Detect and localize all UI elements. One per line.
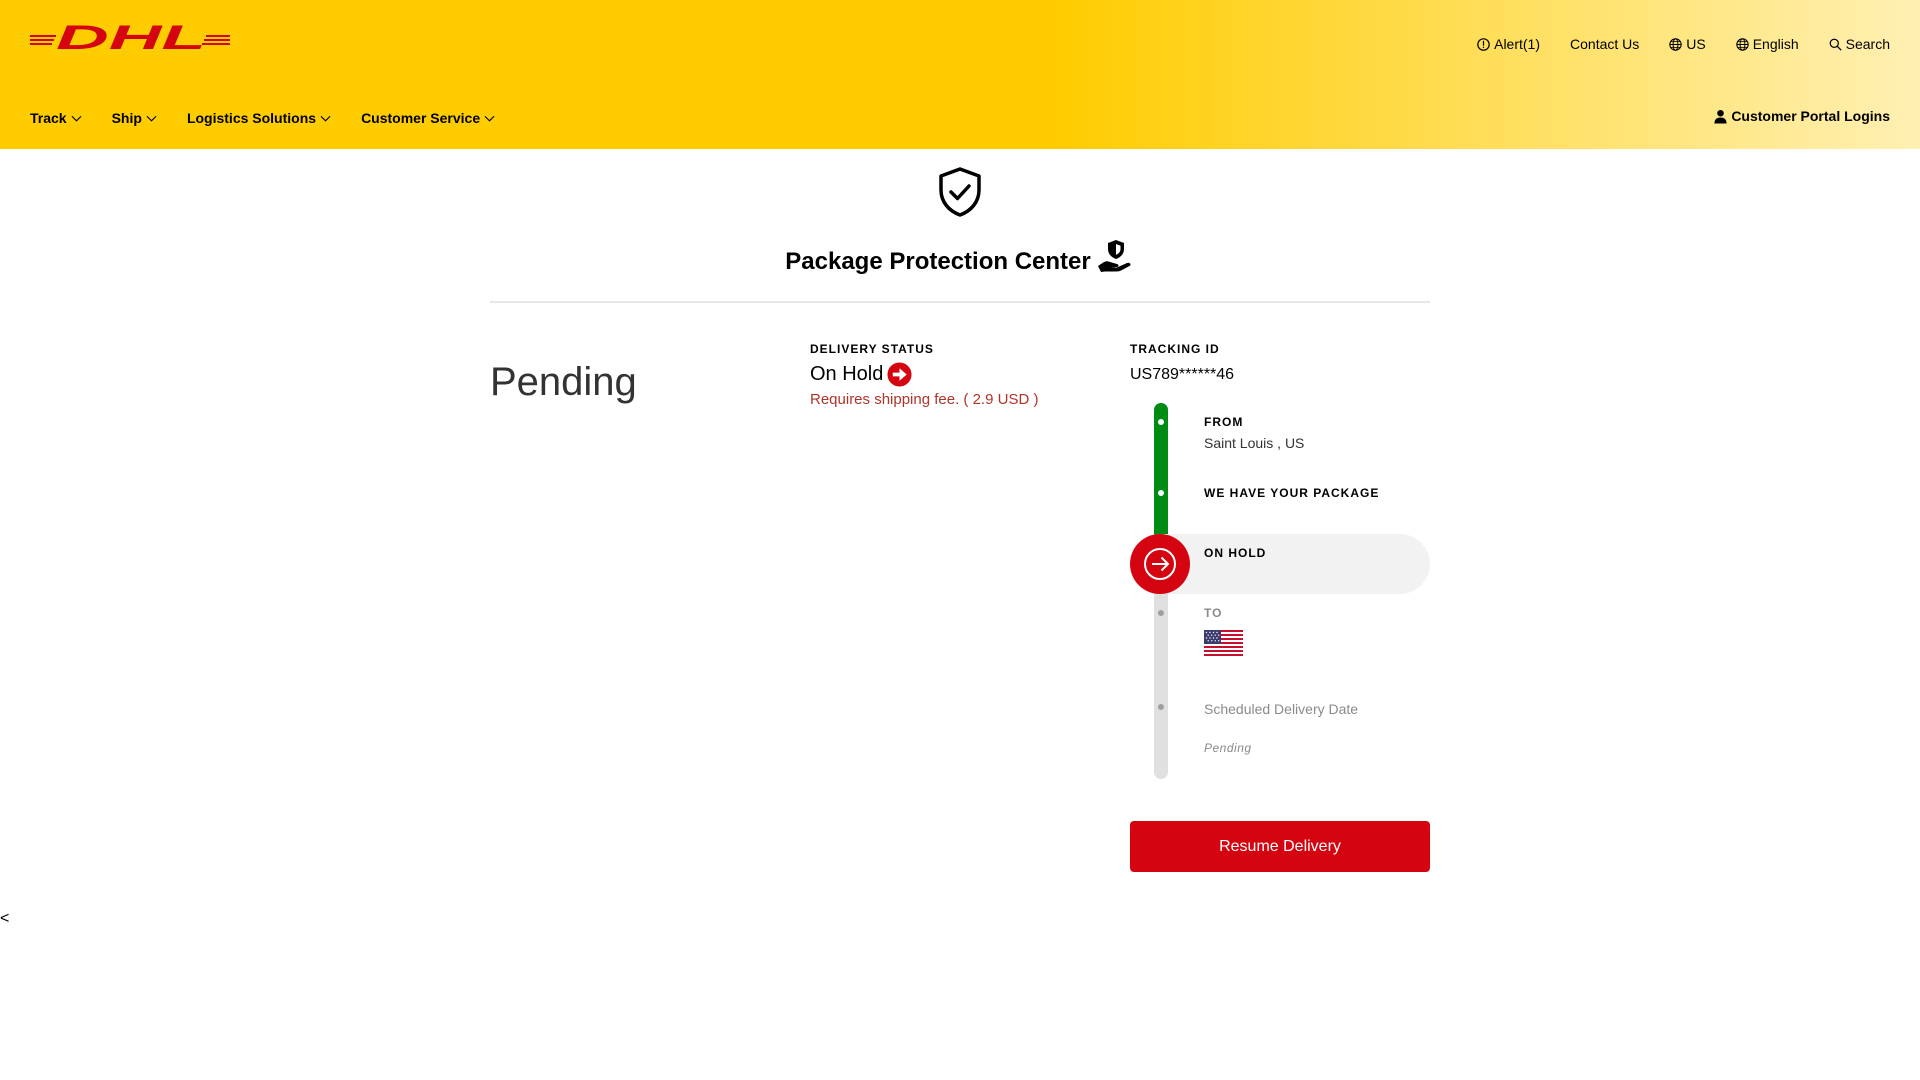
timeline-step-received: WE HAVE YOUR PACKAGE [1204,486,1380,500]
timeline-dot-from [1158,419,1164,425]
globe-icon [1736,37,1749,51]
user-icon [1714,109,1727,124]
hand-shield-icon [1097,240,1131,272]
nav-track-label: Track [30,110,67,126]
page-title-row: Package Protection Center [0,240,1920,276]
chevron-down-icon [146,115,157,122]
timeline-dot-to [1158,610,1164,616]
us-flag-icon [1204,630,1243,656]
tracking-id-label: TRACKING ID [1130,342,1220,356]
timeline-dot-received [1158,490,1164,496]
delivery-status-label: DELIVERY STATUS [810,342,934,356]
nav-logistics-solutions[interactable]: Logistics Solutions [187,110,331,126]
shipment-status-heading: Pending [490,360,637,404]
shipping-fee-note: Requires shipping fee. ( 2.9 USD ) [810,391,1039,408]
on-hold-marker [1130,534,1190,594]
language-selector[interactable]: English [1736,36,1799,52]
portal-label: Customer Portal Logins [1731,108,1890,124]
delivery-status-value: On Hold [810,362,912,387]
delivery-status-text: On Hold [810,363,884,385]
title-divider [490,301,1430,303]
chevron-down-icon [71,115,82,122]
timeline-progress [1154,403,1168,553]
main-nav: Track Ship Logistics Solutions Customer … [30,110,495,126]
nav-ship[interactable]: Ship [112,110,157,126]
globe-icon [1669,37,1682,51]
alert-icon [1477,37,1490,51]
search-icon [1829,38,1842,51]
timeline-to-label: TO [1204,606,1223,620]
arrow-circle-outline-icon [1144,548,1176,580]
contact-link[interactable]: Contact Us [1570,36,1639,52]
back-link[interactable]: < [0,910,9,928]
nav-ship-label: Ship [111,110,142,126]
search-link[interactable]: Search [1829,36,1890,52]
chevron-down-icon [320,115,331,122]
dhl-logo-text: DHL [56,22,206,52]
alert-link[interactable]: Alert(1) [1477,36,1540,52]
timeline-from-label: FROM [1204,415,1244,429]
tracking-id-value: US789******46 [1130,366,1235,383]
shield-check-icon [939,167,981,217]
chevron-down-icon [484,115,495,122]
page-title: Package Protection Center [785,248,1091,275]
scheduled-delivery-value: Pending [1204,741,1252,755]
customer-portal-logins-link[interactable]: Customer Portal Logins [1713,108,1890,124]
nav-logistics-label: Logistics Solutions [186,110,317,126]
nav-customer-service[interactable]: Customer Service [361,110,495,126]
scheduled-delivery-label: Scheduled Delivery Date [1204,701,1359,717]
site-header: DHL Alert(1) Contact Us US English Searc… [0,0,1920,149]
alert-label: Alert(1) [1494,36,1541,52]
arrow-circle-icon [887,362,912,387]
utility-nav: Alert(1) Contact Us US English Search [1477,36,1890,52]
timeline-dot-scheduled [1158,704,1164,710]
contact-label: Contact Us [1570,36,1640,52]
resume-delivery-button[interactable]: Resume Delivery [1130,821,1430,872]
country-selector[interactable]: US [1669,36,1706,52]
search-label: Search [1845,36,1890,52]
nav-track[interactable]: Track [30,110,82,126]
country-label: US [1686,36,1706,52]
dhl-logo[interactable]: DHL [30,22,230,52]
nav-customer-service-label: Customer Service [361,110,481,126]
language-label: English [1752,36,1799,52]
timeline-from-value: Saint Louis , US [1204,435,1305,451]
timeline-step-on-hold: ON HOLD [1204,546,1267,560]
